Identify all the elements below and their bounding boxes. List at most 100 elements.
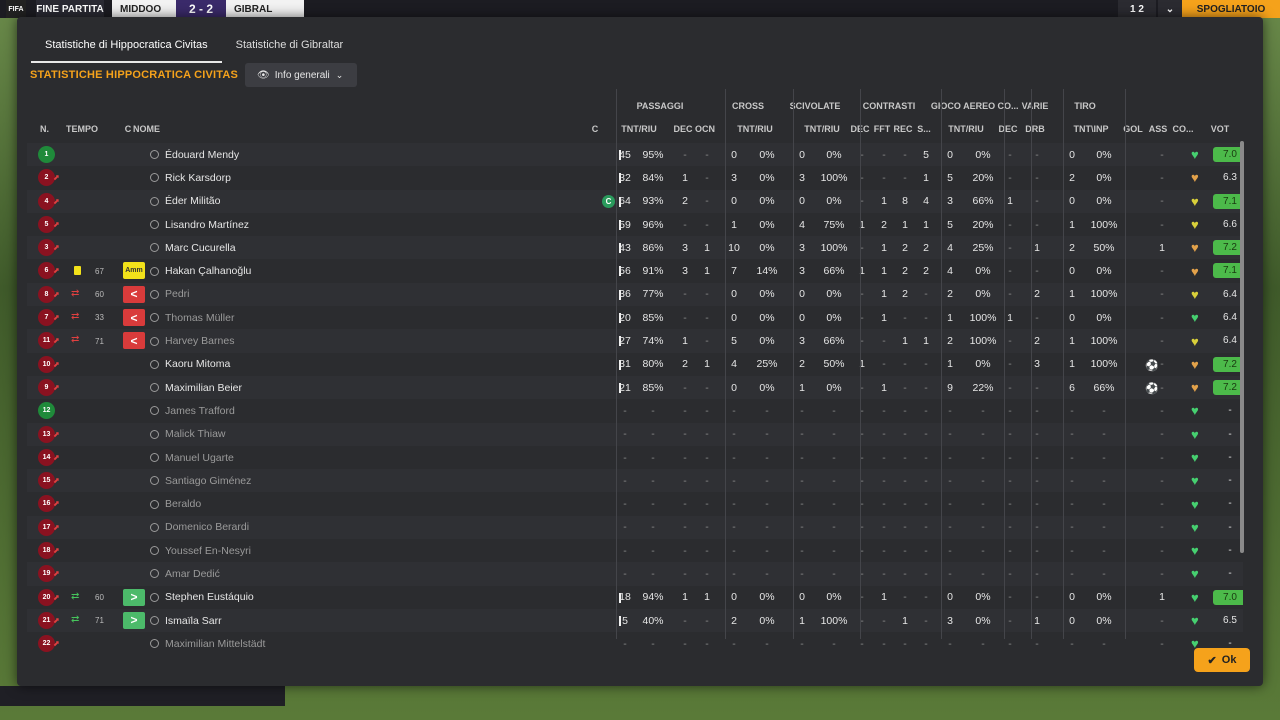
player-name[interactable]: Pedri [150,283,190,306]
column-header-c[interactable]: C [123,117,133,141]
stat-value: - [832,428,836,441]
player-row[interactable]: 20 ⬈ ⇄ 60 > Stephen Eustáquio 18 94% 1 1 0 0% 0 0% -1-… [27,586,1243,609]
column-header-tempo[interactable]: TEMPO [66,117,98,141]
player-name[interactable]: Éder Militão [150,190,220,213]
stat-value: - [1160,498,1164,511]
stat-value: - [705,404,709,417]
player-name[interactable]: James Trafford [150,399,235,422]
player-name[interactable]: Rick Karsdorp [150,166,231,189]
column-header-sc_tnt[interactable]: TNT/RIU [802,117,842,141]
player-name[interactable]: Maximilian Beier [150,376,242,399]
player-row[interactable]: 6 ⬈ 67 Amm Hakan Çalhanoğlu 56 91% 3 1 7 14% 3 66% 1 1… [27,259,1243,282]
column-header-va_drb[interactable]: DRB [1023,117,1047,141]
player-row[interactable]: 17 ⬈ Domenico Berardi - - - - - - - - - - - - - - - - - - - ♥ - [27,515,1243,540]
player-name[interactable]: Beraldo [150,492,201,515]
view-select-label: Info generali [274,69,330,81]
player-name[interactable]: Lisandro Martínez [150,213,249,236]
player-name[interactable]: Kaoru Mitoma [150,353,230,376]
player-row[interactable]: 18 ⬈ Youssef En-Nesyri - - - - - - - - - - - - - - - - - - - ♥… [27,539,1243,562]
player-row[interactable]: 1 Édouard Mendy 45 95% - -0 0% 0 0% - - -5 0 0% - -0 0% -… [27,143,1243,167]
player-name[interactable]: Manuel Ugarte [150,446,234,469]
stat-value: - [1008,148,1012,161]
column-header-ct_fft[interactable]: FFT [873,117,891,141]
sub-in-badge: > [123,588,145,606]
ok-button[interactable]: ✔ Ok [1194,648,1250,672]
player-row[interactable]: 3 ⬈ Marc Cucurella 43 86% 3 1 10 0% 3 100% -1 2 2 4 25%… [27,236,1243,260]
column-divider [793,89,794,639]
stat-value: 1 [1159,241,1165,254]
column-header-ga_tnt[interactable]: TNT/RIU [944,117,988,141]
player-row[interactable]: 5 ⬈ Lisandro Martínez 59 96% - -1 0% 4 75% 1 2 1 1 5 20… [27,213,1243,236]
scrollbar[interactable] [1240,141,1244,553]
player-row[interactable]: 7 ⬈ ⇄ 33 < Thomas Müller 20 85% - -0 0% 0 0% -1- -1 100… [27,306,1243,329]
stat-value: - [1102,521,1106,534]
column-header-gol[interactable]: GOL [1123,117,1143,141]
column-header-ass[interactable]: ASS [1148,117,1168,141]
stat-value: 1 [704,241,710,254]
player-rating: 6.3 [1223,172,1237,184]
event-minute: 67 [95,266,104,276]
column-header-ti_tnt[interactable]: TNT\INP [1071,117,1111,141]
player-row[interactable]: 11 ⬈ ⇄ 71 < Harvey Barnes 27 74% 1-5 0% 3 66% - -1 1 2 1… [27,329,1243,353]
stat-value: - [765,498,769,511]
tab-home-stats[interactable]: Statistiche di Hippocratica Civitas [31,31,222,63]
player-row[interactable]: 15 ⬈ Santiago Giménez - - - - - - - - - - - - - - - - - - - ♥ - [27,469,1243,493]
column-header-co_dec[interactable]: DEC [998,117,1018,141]
check-icon: ✔ [1207,654,1217,667]
column-header-p_ocn[interactable]: OCN [694,117,716,141]
stat-value: 22% [972,381,994,394]
condition-heart-icon: ♥ [1191,333,1199,349]
player-row[interactable]: 10 ⬈ Kaoru Mitoma 31 80% 2 1 4 25% 2 50% 1- - -1 0% -3 1… [27,353,1243,376]
player-row[interactable]: 4 ⬈ Éder Militão C 64 93% 2-0 0% 0 0% -1 8 4 3 66% 1-0 0… [27,189,1243,213]
stat-value: - [705,614,709,627]
player-name[interactable]: Stephen Eustáquio [150,586,254,609]
column-header-p_tnt[interactable]: TNT/RIU [619,117,659,141]
player-row[interactable]: 2 ⬈ Rick Karsdorp 32 84% 1-3 0% 3 100% - - -1 5 20% - -… [27,166,1243,189]
player-row[interactable]: 22 ⬈ Maximilian Mittelstädt - - - - - - - - - - - - - - -… [27,632,1243,653]
player-row[interactable]: 8 ⬈ ⇄ 60 < Pedri 36 77% - -0 0% 0 0% -1 2-2 0% -2 1 100% - ♥… [27,282,1243,307]
stat-value: - [1035,171,1039,184]
player-name[interactable]: Marc Cucurella [150,236,236,259]
stat-value: - [832,521,836,534]
player-name[interactable]: Malick Thiaw [150,423,226,446]
stat-value: 0% [975,148,991,161]
player-row[interactable]: 16 ⬈ Beraldo - - - - - - - - - - - - - - - - - - - ♥ - [27,492,1243,515]
player-row[interactable]: 12 James Trafford - - - - - - - - - - - - - - - - - - - ♥ - [27,399,1243,422]
column-header-nome[interactable]: NOME [133,117,160,141]
tab-away-stats[interactable]: Statistiche di Gibraltar [222,31,358,63]
column-header-n[interactable]: N. [40,117,49,141]
stat-value: - [705,381,709,394]
player-name[interactable]: Ismaïla Sarr [150,609,222,632]
player-name[interactable]: Maximilian Mittelstädt [150,632,265,653]
player-name[interactable]: Domenico Berardi [150,516,249,539]
column-header-cr_tnt[interactable]: TNT/RIU [735,117,775,141]
player-name[interactable]: Thomas Müller [150,306,234,329]
player-name[interactable]: Youssef En-Nesyri [150,539,251,562]
player-name[interactable]: Harvey Barnes [150,329,234,352]
condition-heart-icon: ♥ [1191,147,1199,163]
spogliatoio-button[interactable]: SPOGLIATOIO [1182,0,1280,18]
view-select[interactable]: 👁 Info generali ⌄ [245,63,357,87]
column-header-vot[interactable]: VOT [1205,117,1235,141]
person-icon [150,383,159,393]
stat-value: 100% [1090,288,1118,301]
column-header-co2[interactable]: CO... [1171,117,1195,141]
column-header-ct_rec[interactable]: REC [894,117,913,141]
stat-value: 20% [972,171,994,184]
column-header-c2[interactable]: C [590,117,600,141]
player-row[interactable]: 14 ⬈ Manuel Ugarte - - - - - - - - - - - - - - - - - - - ♥ - [27,446,1243,469]
player-row[interactable]: 9 ⬈ Maximilian Beier 21 85% - -0 0% 1 0% -1- -9 22% -… [27,375,1243,400]
player-name[interactable]: Santiago Giménez [150,469,251,492]
column-header-ct_s[interactable]: S... [915,117,933,141]
player-name-text: Beraldo [165,498,202,511]
player-name[interactable]: Édouard Mendy [150,143,239,166]
player-name[interactable]: Amar Dedić [150,562,220,585]
column-header-p_dec[interactable]: DEC [673,117,693,141]
player-row[interactable]: 13 ⬈ Malick Thiaw - - - - - - - - - - - - - - - - - - - ♥ - [27,422,1243,446]
stat-value: - [981,498,985,511]
stat-value: - [1160,218,1164,231]
player-row[interactable]: 19 ⬈ Amar Dedić - - - - - - - - - - - - - - - - - - - ♥ - [27,562,1243,586]
player-name[interactable]: Hakan Çalhanoğlu [150,259,251,282]
player-row[interactable]: 21 ⬈ ⇄ 71 > Ismaïla Sarr 5 40% - -2 0% 1 100% - -1-3 0%… [27,608,1243,633]
collapse-button[interactable]: ⌄ [1158,0,1182,18]
